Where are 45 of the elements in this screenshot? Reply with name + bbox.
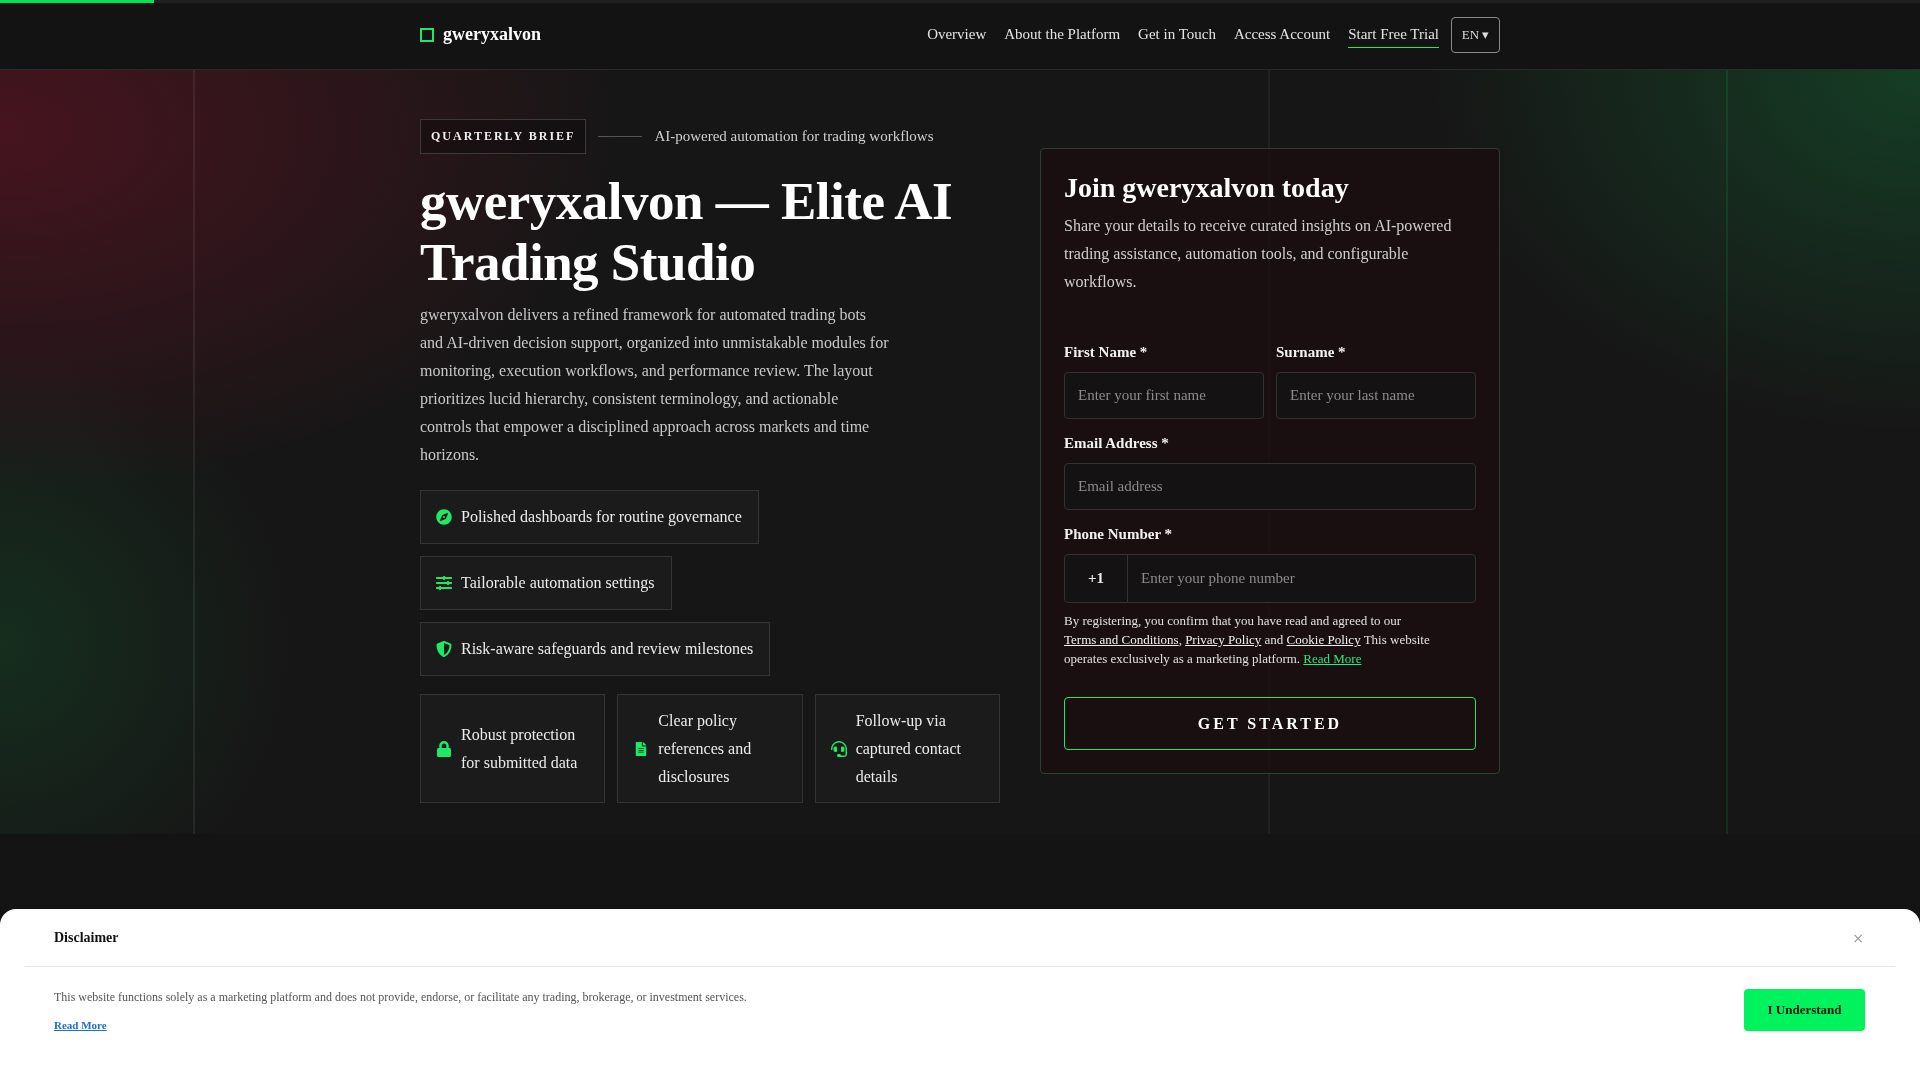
- feature-card-text: Follow-up via captured contact details: [855, 710, 962, 787]
- text-input[interactable]: Enter your first name: [1064, 372, 1264, 419]
- signup-subtitle: Share your details to receive curated insights on AI-powered trading assistance, automation tools, and configurable workflows.: [1064, 216, 1453, 292]
- consent-text: By registering, you confirm that you have read and agreed to our Terms and Conditions, Privacy Policy and Cookie Policy This website operates exclusively as a marketing platform. Read More: [1064, 612, 1431, 668]
- signup-title: Join gweryxalvon today: [1064, 171, 1350, 205]
- policy-link[interactable]: Privacy Policy: [1185, 632, 1262, 647]
- email-input[interactable]: Email address: [1064, 463, 1476, 510]
- get-started-button[interactable]: GET STARTED: [1064, 697, 1476, 750]
- disclaimer-title: Disclaimer: [54, 929, 119, 946]
- policy-link[interactable]: Cookie Policy: [1286, 632, 1361, 647]
- lock-icon: [436, 740, 452, 757]
- compass-icon: [436, 509, 452, 525]
- nav-link[interactable]: Get in Touch: [1138, 21, 1216, 48]
- policy-link[interactable]: Terms and Conditions: [1064, 632, 1179, 647]
- nav-link[interactable]: Overview: [927, 21, 987, 48]
- feature-card-text: Robust protection for submitted data: [461, 724, 579, 773]
- feature-text: Polished dashboards for routine governance: [461, 507, 742, 528]
- shield-icon: [436, 641, 452, 657]
- read-more-link[interactable]: Read More: [54, 1019, 107, 1031]
- nav-link[interactable]: About the Platform: [1004, 21, 1121, 48]
- field-label: Surname *: [1276, 343, 1347, 362]
- logo-square-icon: [420, 27, 434, 42]
- feature-card-text: Clear policy references and disclosures: [658, 710, 753, 787]
- brief-badge: QUARTERLY BRIEF: [420, 119, 587, 154]
- hero-title: gweryxalvon — Elite AI Trading Studio: [420, 171, 954, 293]
- feature-text: Tailorable automation settings: [461, 573, 655, 594]
- nav-link[interactable]: Access Account: [1233, 21, 1331, 48]
- understand-button[interactable]: I Understand: [1744, 989, 1865, 1031]
- field-label: Phone Number *: [1064, 525, 1174, 544]
- field-label: Email Address *: [1064, 434, 1170, 453]
- language-button[interactable]: EN ▾: [1451, 16, 1500, 53]
- headset-icon: [830, 740, 847, 757]
- disclaimer-text: This website functions solely as a marketing platform and does not provide, endorse, or facilitate any trading, brokerage, or investment services.: [54, 989, 747, 1005]
- read-more-link[interactable]: Read More: [1303, 651, 1362, 666]
- text-input[interactable]: Enter your last name: [1276, 372, 1476, 419]
- hero-description: gweryxalvon delivers a refined framework for automated trading bots and AI-driven decision support, organized into unmistakable modules for monitoring, execution workflows, and performance review. The layout prioritizes lucid hierarchy, consistent terminology, and actionable controls that empower a disciplined approach across markets and time horizons.: [420, 305, 890, 465]
- trial-link[interactable]: Start Free Trial: [1348, 21, 1439, 48]
- hero-tagline: AI-powered automation for trading workflows: [654, 128, 934, 145]
- field-label: First Name *: [1064, 343, 1149, 362]
- document-icon: [634, 741, 649, 756]
- feature-text: Risk-aware safeguards and review milestones: [461, 639, 754, 660]
- phone-input[interactable]: Enter your phone number: [1127, 554, 1476, 603]
- sliders-icon: [436, 575, 452, 591]
- country-code[interactable]: +1: [1064, 554, 1128, 603]
- logo-text[interactable]: gweryxalvon: [443, 24, 541, 45]
